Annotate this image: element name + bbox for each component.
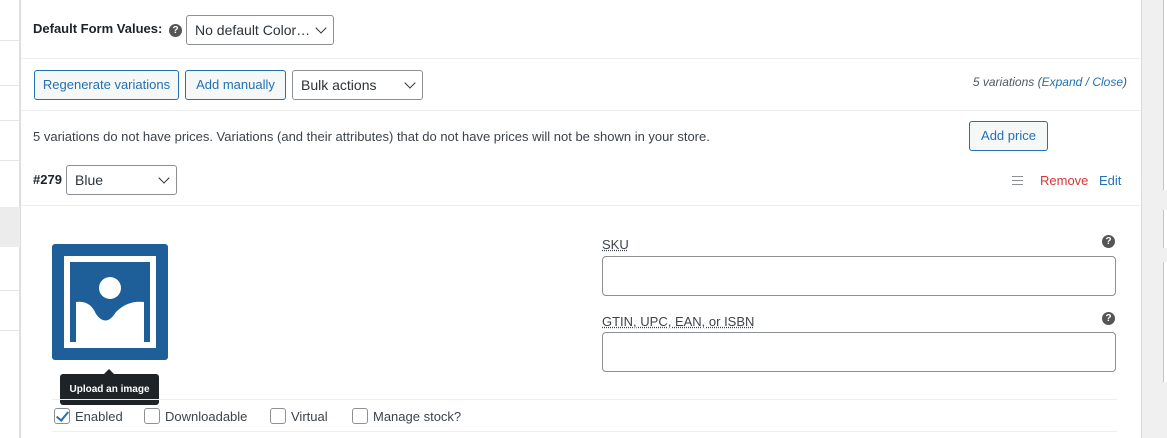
default-form-values-row: Default Form Values: ? No default Color… [21, 0, 1141, 59]
sku-input[interactable] [602, 256, 1116, 296]
image-placeholder-icon [70, 262, 150, 342]
variation-attribute-value: Blue [75, 172, 104, 188]
gtin-label: GTIN, UPC, EAN, or ISBN [602, 314, 755, 329]
variation-header[interactable]: #279 Blue Remove Edit [21, 160, 1141, 206]
bulk-actions-select[interactable]: Bulk actions [292, 70, 423, 100]
help-icon[interactable]: ? [169, 24, 182, 37]
variations-panel: Default Form Values: ? No default Color…… [20, 0, 1142, 438]
bulk-actions-select-value: Bulk actions [301, 77, 377, 93]
help-icon[interactable]: ? [1102, 235, 1115, 248]
gtin-input[interactable] [602, 332, 1116, 372]
virtual-checkbox[interactable] [270, 408, 286, 424]
manage-stock-label: Manage stock? [373, 409, 462, 424]
add-manually-button[interactable]: Add manually [185, 70, 286, 100]
add-price-button[interactable]: Add price [969, 121, 1048, 151]
default-form-values-label: Default Form Values: [33, 21, 163, 36]
remove-variation-link[interactable]: Remove [1040, 173, 1088, 188]
chevron-down-icon [404, 77, 416, 89]
regenerate-variations-button[interactable]: Regenerate variations [34, 70, 179, 100]
default-color-select[interactable]: No default Color… [186, 15, 334, 45]
chevron-down-icon [158, 172, 170, 184]
sidebar-divider [0, 85, 20, 86]
variations-count-label: 5 variations [972, 75, 1035, 89]
sidebar-divider [0, 290, 20, 291]
virtual-label: Virtual [291, 409, 328, 424]
scroll-edge [1163, 0, 1167, 190]
sku-label: SKU [602, 237, 629, 252]
variations-toolbar: Regenerate variations Add manually Bulk … [21, 59, 1141, 111]
drag-handle-icon[interactable] [1012, 176, 1023, 185]
virtual-option[interactable]: Virtual [270, 408, 328, 424]
missing-prices-notice: 5 variations do not have prices. Variati… [33, 129, 710, 144]
enabled-label: Enabled [75, 409, 123, 424]
paren-close: ) [1123, 75, 1127, 89]
variation-attribute-select[interactable]: Blue [66, 165, 177, 195]
variation-id: #279 [33, 172, 62, 187]
default-color-select-value: No default Color… [195, 22, 311, 38]
sidebar-selected-item[interactable] [0, 207, 20, 247]
downloadable-option[interactable]: Downloadable [144, 408, 247, 424]
link-separator: / [1082, 75, 1093, 89]
variation-details: Upload an image SKU ? GTIN, UPC, EAN, or… [21, 206, 1141, 438]
manage-stock-option[interactable]: Manage stock? [352, 408, 461, 424]
close-link[interactable]: Close [1092, 75, 1123, 89]
sidebar-divider [0, 40, 20, 41]
chevron-down-icon [315, 22, 327, 34]
variations-count: 5 variations (Expand / Close) [973, 75, 1127, 89]
right-edge-strip [1142, 0, 1167, 438]
image-placeholder-frame [64, 256, 156, 348]
help-icon[interactable]: ? [1102, 312, 1115, 325]
image-placeholder-graphic [70, 262, 150, 342]
upload-image-button[interactable] [52, 244, 168, 360]
edit-variation-link[interactable]: Edit [1099, 173, 1121, 188]
expand-link[interactable]: Expand [1042, 75, 1083, 89]
scroll-edge [1163, 262, 1167, 382]
left-sidebar-strip [0, 0, 20, 438]
manage-stock-checkbox[interactable] [352, 408, 368, 424]
variation-options: Enabled Downloadable Virtual Manage stoc… [52, 399, 1117, 432]
sidebar-divider [0, 330, 20, 331]
sidebar-divider [0, 160, 20, 161]
enabled-option[interactable]: Enabled [54, 408, 123, 424]
sidebar-divider [0, 120, 20, 121]
downloadable-checkbox[interactable] [144, 408, 160, 424]
scroll-edge [1163, 210, 1167, 248]
enabled-checkbox[interactable] [54, 408, 70, 424]
downloadable-label: Downloadable [165, 409, 248, 424]
